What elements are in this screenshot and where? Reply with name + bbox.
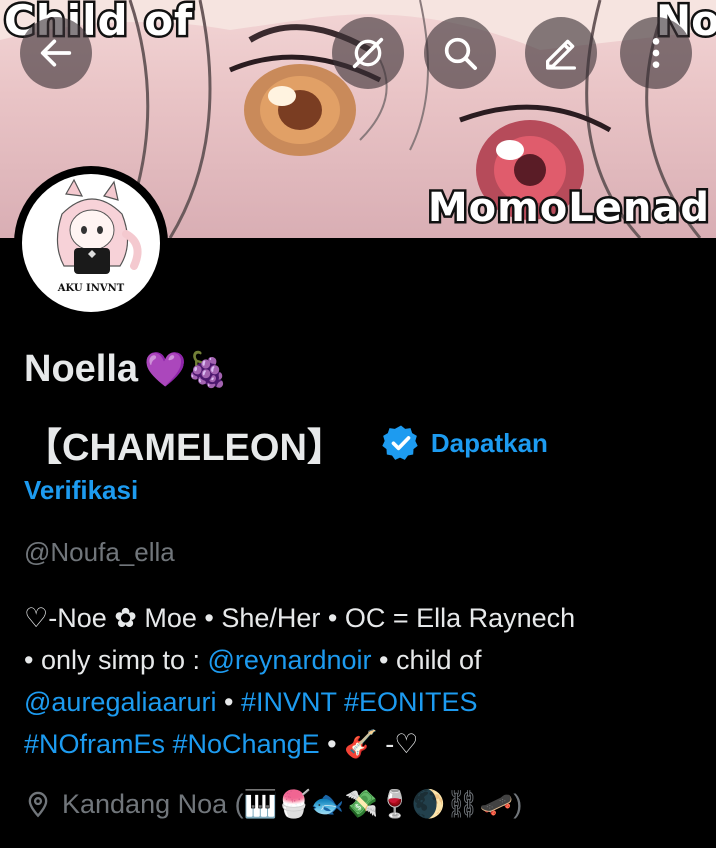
more-vertical-icon	[652, 38, 660, 68]
avatar[interactable]: AKU INVNT	[14, 166, 168, 320]
username-handle: @Noufa_ella	[24, 537, 175, 567]
bio-line: @auregaliaaruri • #INVNT #EONITES	[24, 681, 684, 723]
bio-text: •	[216, 687, 241, 717]
mention-link-reynardnoir[interactable]: @reynardnoir	[208, 645, 372, 675]
hashtag-links[interactable]: #INVNT #EONITES	[241, 687, 478, 717]
profile-location: Kandang Noa (🎹🍧🐟💸🍷🌒⛓🛹)	[24, 788, 522, 820]
display-name: Noella 💜🍇	[24, 348, 229, 391]
translate-button[interactable]	[332, 17, 404, 89]
search-icon	[444, 37, 477, 70]
get-verified-link[interactable]: Dapatkan	[431, 428, 548, 459]
display-name-line2: 【CHAMELEON】 Dapatkan	[24, 416, 548, 470]
get-verified-link-continued[interactable]: Verifikasi	[24, 475, 138, 506]
mention-link-auregaliaaruri[interactable]: @auregaliaaruri	[24, 687, 217, 717]
no-sync-icon	[352, 37, 384, 69]
profile-bio: ♡-Noe ✿ Moe • She/Her • OC = Ella Raynec…	[24, 597, 684, 765]
verified-badge-icon[interactable]	[381, 423, 421, 463]
more-button[interactable]	[620, 17, 692, 89]
arrow-left-icon	[40, 39, 72, 67]
bio-text: • only simp to :	[24, 645, 208, 675]
bio-text: • child of	[371, 645, 482, 675]
display-name-emojis: 💜🍇	[144, 349, 229, 390]
search-button[interactable]	[424, 17, 496, 89]
edit-button[interactable]	[525, 17, 597, 89]
avatar-image: AKU INVNT	[22, 174, 160, 312]
location-pin-icon	[28, 791, 48, 818]
banner-text-bottom-right: MomoLenad	[425, 184, 711, 233]
bio-line: #NOframEs #NoChangE • 🎸 -♡	[24, 723, 684, 765]
hashtag-links[interactable]: #NOframEs #NoChangE	[24, 729, 320, 759]
location-text: Kandang Noa (🎹🍧🐟💸🍷🌒⛓🛹)	[62, 789, 523, 819]
back-button[interactable]	[20, 17, 92, 89]
bio-line: ♡-Noe ✿ Moe • She/Her • OC = Ella Raynec…	[24, 603, 576, 633]
avatar-caption: AKU INVNT	[57, 283, 125, 294]
bio-text: • 🎸 -♡	[319, 729, 419, 759]
display-name-text: Noella	[24, 348, 139, 390]
display-name-bracket-text: 【CHAMELEON】	[24, 426, 345, 469]
pencil-icon	[546, 39, 576, 70]
bio-line: • only simp to : @reynardnoir • child of	[24, 639, 684, 681]
